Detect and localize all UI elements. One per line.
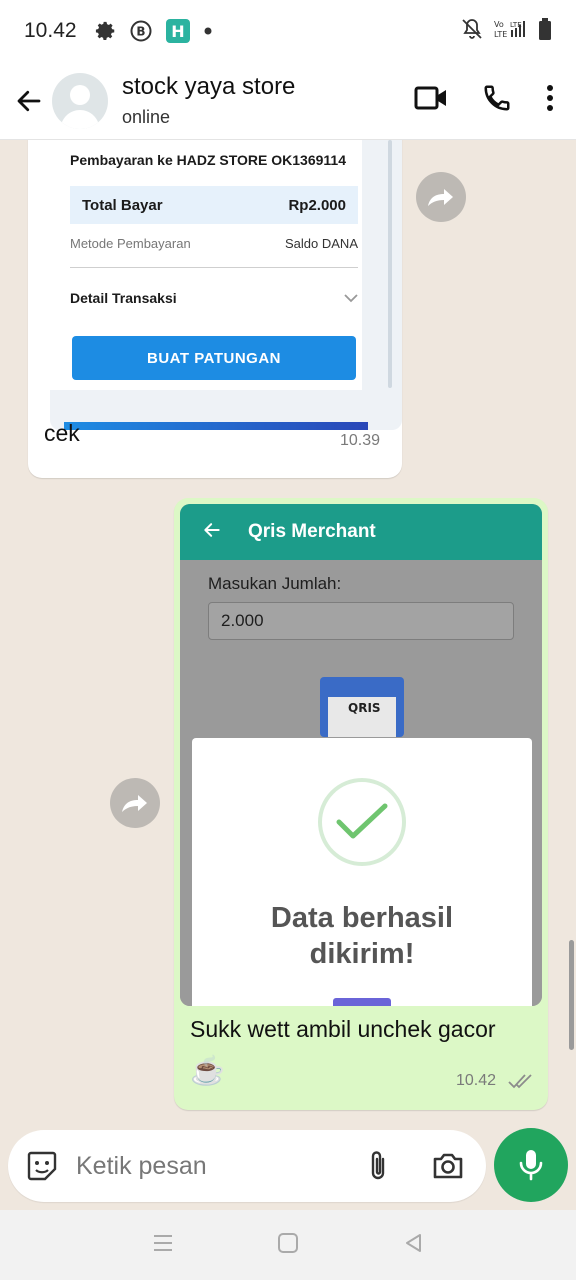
b-badge-icon: B xyxy=(129,19,153,43)
more-options-icon[interactable] xyxy=(546,84,554,117)
message-time: 10.42 xyxy=(456,1072,497,1089)
scroll-thumb xyxy=(388,140,392,388)
qris-logo: QRIS xyxy=(348,701,381,715)
qris-thumbnail: QRIS xyxy=(320,677,404,737)
attach-icon[interactable] xyxy=(360,1146,396,1186)
voice-message-button[interactable] xyxy=(494,1128,568,1202)
dana-payment-screenshot[interactable]: Pembayaran ke HADZ STORE OK1369114 Total… xyxy=(50,140,402,430)
check-icon xyxy=(336,803,388,839)
payment-title: Pembayaran ke HADZ STORE OK1369114 xyxy=(70,152,346,168)
qris-appbar: Qris Merchant xyxy=(180,504,542,560)
outgoing-message[interactable]: Qris Merchant Masukan Jumlah: 2.000 QRIS… xyxy=(174,498,548,1110)
gear-icon xyxy=(95,20,117,42)
incoming-message[interactable]: Pembayaran ke HADZ STORE OK1369114 Total… xyxy=(28,140,402,478)
back-nav-icon[interactable] xyxy=(402,1232,424,1259)
qris-body: Masukan Jumlah: 2.000 QRIS Data berhasil… xyxy=(180,560,542,1006)
chat-area[interactable]: Pembayaran ke HADZ STORE OK1369114 Total… xyxy=(0,140,576,1130)
contact-name: stock yaya store xyxy=(122,73,296,100)
success-title-line2: dikirim! xyxy=(309,938,415,970)
success-modal: Data berhasil dikirim! xyxy=(192,738,532,1006)
blue-strip xyxy=(64,422,368,430)
svg-text:LTE: LTE xyxy=(494,30,507,39)
contact-status: online xyxy=(122,107,171,127)
back-arrow-icon xyxy=(202,520,222,545)
microphone-icon xyxy=(519,1150,543,1181)
total-value: Rp2.000 xyxy=(288,196,346,214)
qris-screenshot[interactable]: Qris Merchant Masukan Jumlah: 2.000 QRIS… xyxy=(180,504,542,1006)
volte-icon: Vo LTE LTE xyxy=(494,18,528,45)
svg-text:H: H xyxy=(171,22,184,41)
forward-button[interactable] xyxy=(416,172,466,222)
chat-scrollbar[interactable] xyxy=(569,940,574,1050)
check-circle xyxy=(318,778,406,866)
contact-info[interactable]: stock yaya store online xyxy=(122,73,295,128)
message-composer: Ketik pesan xyxy=(0,1128,576,1208)
status-bar: 10.42 B H Vo LTE LTE xyxy=(0,0,576,62)
home-icon[interactable] xyxy=(277,1232,299,1259)
detail-row: Detail Transaksi xyxy=(70,290,358,306)
message-text: Sukk wett ambil unchek gacor xyxy=(190,1016,496,1042)
modal-button xyxy=(333,998,391,1006)
divider xyxy=(70,267,358,268)
h-app-icon: H xyxy=(165,18,191,44)
total-label: Total Bayar xyxy=(82,196,163,214)
buat-patungan-button: BUAT PATUNGAN xyxy=(72,336,356,380)
battery-icon xyxy=(538,17,552,46)
back-arrow-icon[interactable] xyxy=(6,71,52,131)
double-check-icon xyxy=(508,1072,534,1095)
forward-button[interactable] xyxy=(110,778,160,828)
svg-text:Vo: Vo xyxy=(494,20,504,29)
dot-icon xyxy=(203,26,213,36)
message-time: 10.39 xyxy=(340,432,381,449)
message-text: cek xyxy=(44,420,80,446)
camera-icon[interactable] xyxy=(430,1148,466,1184)
voice-call-icon[interactable] xyxy=(482,83,512,118)
mute-bell-icon xyxy=(460,17,484,46)
method-label: Metode Pembayaran xyxy=(70,236,191,251)
video-call-icon[interactable] xyxy=(414,84,448,117)
method-row: Metode Pembayaran Saldo DANA xyxy=(70,236,358,251)
success-title-line1: Data berhasil xyxy=(270,902,454,934)
recent-apps-icon[interactable] xyxy=(152,1233,174,1258)
svg-text:B: B xyxy=(136,25,145,39)
chat-header: stock yaya store online xyxy=(0,62,576,140)
emoji-sticker-icon[interactable] xyxy=(24,1148,60,1184)
message-input[interactable]: Ketik pesan xyxy=(8,1130,486,1202)
message-placeholder: Ketik pesan xyxy=(76,1151,207,1180)
payment-card: Pembayaran ke HADZ STORE OK1369114 Total… xyxy=(50,140,362,390)
detail-label: Detail Transaksi xyxy=(70,290,177,306)
status-time: 10.42 xyxy=(24,19,77,42)
chevron-down-icon xyxy=(344,290,358,306)
coffee-emoji: ☕ xyxy=(190,1055,225,1086)
avatar[interactable] xyxy=(52,72,108,129)
amount-label: Masukan Jumlah: xyxy=(208,574,342,593)
total-row: Total Bayar Rp2.000 xyxy=(70,186,358,224)
qris-title: Qris Merchant xyxy=(248,521,376,542)
method-value: Saldo DANA xyxy=(285,236,358,251)
system-navigation-bar xyxy=(0,1210,576,1280)
success-title: Data berhasil dikirim! xyxy=(192,900,532,972)
amount-input: 2.000 xyxy=(208,602,514,640)
